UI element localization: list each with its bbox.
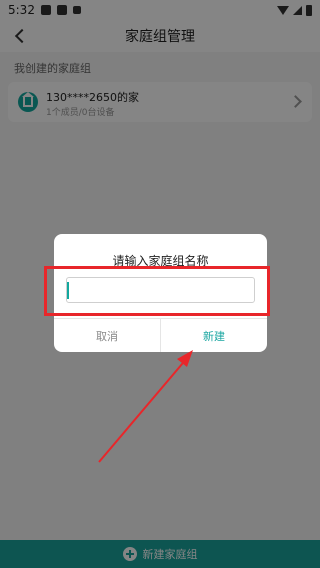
text-cursor [67,282,69,299]
cancel-button[interactable]: 取消 [54,319,160,352]
dialog-title: 请输入家庭组名称 [112,254,209,268]
name-dialog: 请输入家庭组名称 取消 新建 [54,234,267,352]
group-name-input[interactable] [66,277,255,303]
create-button[interactable]: 新建 [161,319,267,352]
